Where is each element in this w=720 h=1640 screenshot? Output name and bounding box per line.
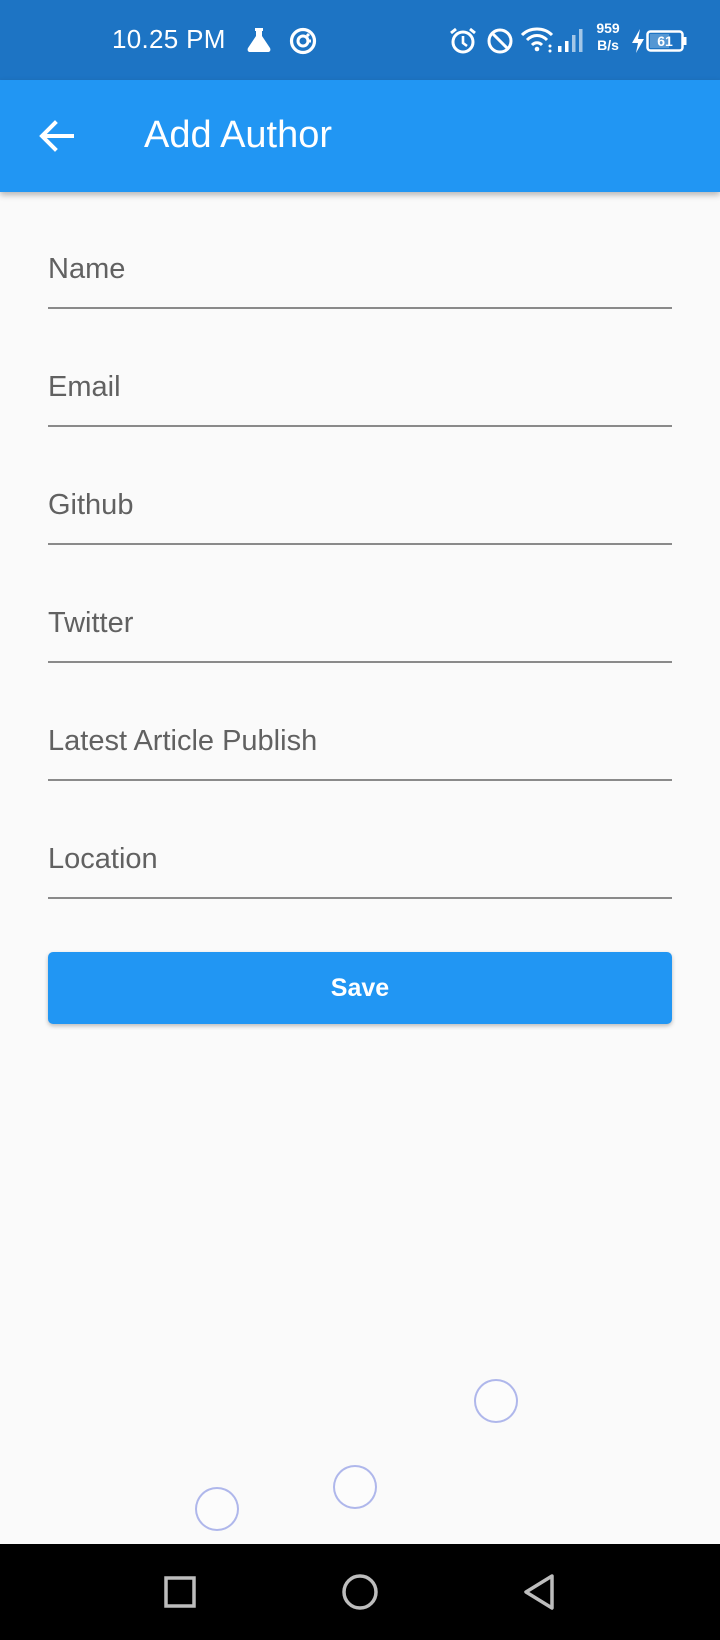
back-triangle-icon[interactable] [522,1568,558,1616]
touch-indicator [333,1465,377,1509]
github-field[interactable] [48,428,672,545]
network-speed-unit: B/s [597,37,619,53]
latest-article-field-container [48,664,672,782]
navigation-bar [0,1544,720,1640]
author-form [48,192,672,900]
latest-article-field[interactable] [48,664,672,781]
network-speed: 959 B/s [590,20,626,54]
touch-indicator [195,1487,239,1531]
email-field-container [48,310,672,428]
twitter-field-container [48,546,672,664]
name-field[interactable] [48,192,672,309]
status-bar: 10.25 PM 959 B/s 61 [0,0,720,80]
touch-indicator [474,1379,518,1423]
battery-icon: 61 [646,30,688,52]
location-field[interactable] [48,782,672,899]
flask-icon [247,28,271,52]
recents-square-icon[interactable] [162,1568,198,1616]
twitter-field[interactable] [48,546,672,663]
location-field-container [48,782,672,900]
vpn-icon [289,27,317,55]
wifi-icon [520,27,554,53]
status-time: 10.25 PM [112,24,226,54]
alarm-icon [450,27,476,54]
save-button[interactable]: Save [48,952,672,1024]
signal-icon [558,29,583,52]
charging-icon [632,29,644,53]
arrow-back-icon [39,120,74,152]
name-field-container [48,192,672,310]
page-title: Add Author [144,114,333,156]
network-speed-value: 959 [596,20,620,36]
app-bar: Add Author [0,80,720,192]
github-field-container [48,428,672,546]
email-field[interactable] [48,310,672,427]
battery-level: 61 [657,33,673,49]
home-circle-icon[interactable] [340,1568,380,1616]
back-button[interactable] [26,108,86,164]
do-not-disturb-icon [487,28,513,54]
